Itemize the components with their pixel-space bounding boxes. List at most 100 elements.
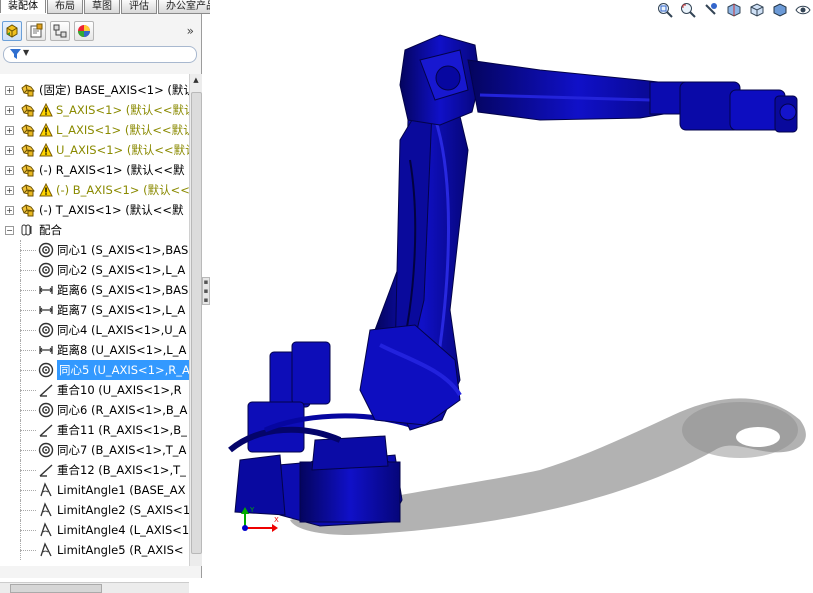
tree-row[interactable]: + S_AXIS<1> (默认<<默认 <box>0 100 189 120</box>
warning-icon <box>39 182 55 199</box>
concentric-mate-icon <box>38 362 54 378</box>
mate-row[interactable]: LimitAngle4 (L_AXIS<1 <box>0 520 189 540</box>
coincident-mate-icon <box>38 382 54 398</box>
mate-row[interactable]: 重合10 (U_AXIS<1>,R <box>0 380 189 400</box>
concentric-mate-icon <box>38 242 54 258</box>
tab-1[interactable]: 布局 <box>47 0 83 14</box>
display-manager-icon[interactable] <box>74 21 94 41</box>
tree-item-label: 距离6 (S_AXIS<1>,BAS <box>57 283 189 297</box>
mate-row[interactable]: 重合12 (B_AXIS<1>,T_ <box>0 460 189 480</box>
tree-item-label: 同心1 (S_AXIS<1>,BAS <box>57 243 189 257</box>
tree-item-label: U_AXIS<1> (默认<<默认 <box>56 143 189 157</box>
expand-node-icon[interactable]: + <box>5 86 14 95</box>
scroll-up-icon[interactable]: ▲ <box>190 74 202 86</box>
graphics-area[interactable]: X Y <box>210 0 813 578</box>
part-icon <box>20 202 36 218</box>
mate-row[interactable]: 同心4 (L_AXIS<1>,U_A <box>0 320 189 340</box>
concentric-mate-icon <box>38 322 54 338</box>
tree-item-label: L_AXIS<1> (默认<<默认 <box>56 123 189 137</box>
part-icon <box>20 102 36 118</box>
property-manager-icon[interactable] <box>26 21 46 41</box>
distance-mate-icon <box>38 302 54 318</box>
mate-row[interactable]: 重合11 (R_AXIS<1>,B_ <box>0 420 189 440</box>
part-icon <box>20 182 36 198</box>
tree-item-label: 同心5 (U_AXIS<1>,R_A <box>57 360 189 380</box>
expand-node-icon[interactable]: + <box>5 106 14 115</box>
panel-splitter-handle[interactable]: ▪ ▪ ▪ <box>202 277 210 305</box>
mate-row[interactable]: 距离8 (U_AXIS<1>,L_A <box>0 340 189 360</box>
coincident-mate-icon <box>38 462 54 478</box>
tree-item-label: 同心6 (R_AXIS<1>,B_A <box>57 403 188 417</box>
filter-dropdown-icon[interactable]: ▼ <box>23 48 29 57</box>
part-icon <box>20 122 36 138</box>
tree-row[interactable]: + (-) B_AXIS<1> (默认<< <box>0 180 189 200</box>
scroll-thumb[interactable] <box>191 92 202 554</box>
warning-icon <box>39 122 55 139</box>
robot-arm-model[interactable]: X Y <box>210 0 813 578</box>
tab-3[interactable]: 评估 <box>121 0 157 14</box>
concentric-mate-icon <box>38 442 54 458</box>
mate-row[interactable]: 同心6 (R_AXIS<1>,B_A <box>0 400 189 420</box>
mate-row[interactable]: LimitAngle1 (BASE_AX <box>0 480 189 500</box>
tree-item-label: 同心4 (L_AXIS<1>,U_A <box>57 323 187 337</box>
tree-item-label: S_AXIS<1> (默认<<默认 <box>56 103 189 117</box>
warning-icon <box>39 142 55 159</box>
mate-row[interactable]: 同心7 (B_AXIS<1>,T_A <box>0 440 189 460</box>
tree-row[interactable]: + L_AXIS<1> (默认<<默认 <box>0 120 189 140</box>
tree-vertical-scrollbar[interactable]: ▲ <box>189 74 202 566</box>
configuration-manager-icon[interactable] <box>50 21 70 41</box>
limit-angle-icon <box>38 542 54 558</box>
warning-icon <box>39 102 55 119</box>
tree-item-label: 重合12 (B_AXIS<1>,T_ <box>57 463 186 477</box>
tree-row[interactable]: + (-) T_AXIS<1> (默认<<默 <box>0 200 189 220</box>
tree-item-label: LimitAngle4 (L_AXIS<1 <box>57 523 189 537</box>
collapse-chevron-icon[interactable]: » <box>187 24 194 38</box>
svg-text:Y: Y <box>249 506 255 514</box>
tree-item-label: 重合10 (U_AXIS<1>,R <box>57 383 182 397</box>
mate-row[interactable]: 同心1 (S_AXIS<1>,BAS <box>0 240 189 260</box>
mate-row[interactable]: 同心2 (S_AXIS<1>,L_A <box>0 260 189 280</box>
expand-node-icon[interactable]: + <box>5 126 14 135</box>
mate-row[interactable]: 距离7 (S_AXIS<1>,L_A <box>0 300 189 320</box>
expand-node-icon[interactable]: + <box>5 206 14 215</box>
limit-angle-icon <box>38 482 54 498</box>
upper-joint <box>399 34 481 126</box>
mate-row[interactable]: 同心5 (U_AXIS<1>,R_A <box>0 360 189 380</box>
tree-item-label: 距离7 (S_AXIS<1>,L_A <box>57 303 186 317</box>
expand-node-icon[interactable]: + <box>5 166 14 175</box>
mate-row[interactable]: LimitAngle5 (R_AXIS< <box>0 540 189 560</box>
tab-0[interactable]: 装配体 <box>0 0 46 13</box>
tree-horizontal-scrollbar[interactable] <box>0 582 189 593</box>
mate-row[interactable]: LimitAngle2 (S_AXIS<1 <box>0 500 189 520</box>
tree-item-label: (-) R_AXIS<1> (默认<<默 <box>39 163 185 177</box>
lower-arm <box>359 107 469 431</box>
tree-row[interactable]: + U_AXIS<1> (默认<<默认 <box>0 140 189 160</box>
feature-tree: + (固定) BASE_AXIS<1> (默认<<默 + S_AXIS<1> (默认<… <box>0 74 189 566</box>
forearm <box>467 59 689 121</box>
expand-node-icon[interactable]: + <box>5 186 14 195</box>
panel-toolbar: » <box>2 20 198 42</box>
tab-2[interactable]: 草图 <box>84 0 120 14</box>
tree-item-label: 重合11 (R_AXIS<1>,B_ <box>57 423 187 437</box>
expand-node-icon[interactable]: + <box>5 146 14 155</box>
part-icon <box>20 162 36 178</box>
coincident-mate-icon <box>38 422 54 438</box>
horizontal-scroll-thumb[interactable] <box>10 584 102 593</box>
mates-folder-icon <box>20 222 36 238</box>
feature-manager-panel: » ▼ + (固定) BASE_AXIS<1> (默认<<默 + S_AXIS<1> … <box>0 14 202 593</box>
svg-text:X: X <box>274 516 279 524</box>
tree-item-label: 同心7 (B_AXIS<1>,T_A <box>57 443 187 457</box>
collapse-node-icon[interactable]: − <box>5 226 14 235</box>
tree-row[interactable]: + (-) R_AXIS<1> (默认<<默 <box>0 160 189 180</box>
feature-manager-icon[interactable] <box>2 21 22 41</box>
limit-angle-icon <box>38 522 54 538</box>
tree-item-label: LimitAngle5 (R_AXIS< <box>57 543 184 557</box>
concentric-mate-icon <box>38 262 54 278</box>
mate-row[interactable]: 距离6 (S_AXIS<1>,BAS <box>0 280 189 300</box>
tree-filter-box[interactable]: ▼ <box>3 46 197 63</box>
tree-row[interactable]: − 配合 <box>0 220 189 240</box>
part-icon <box>20 142 36 158</box>
limit-angle-icon <box>38 502 54 518</box>
wrist-flange <box>679 81 798 133</box>
tree-row[interactable]: + (固定) BASE_AXIS<1> (默认<<默 <box>0 80 189 100</box>
